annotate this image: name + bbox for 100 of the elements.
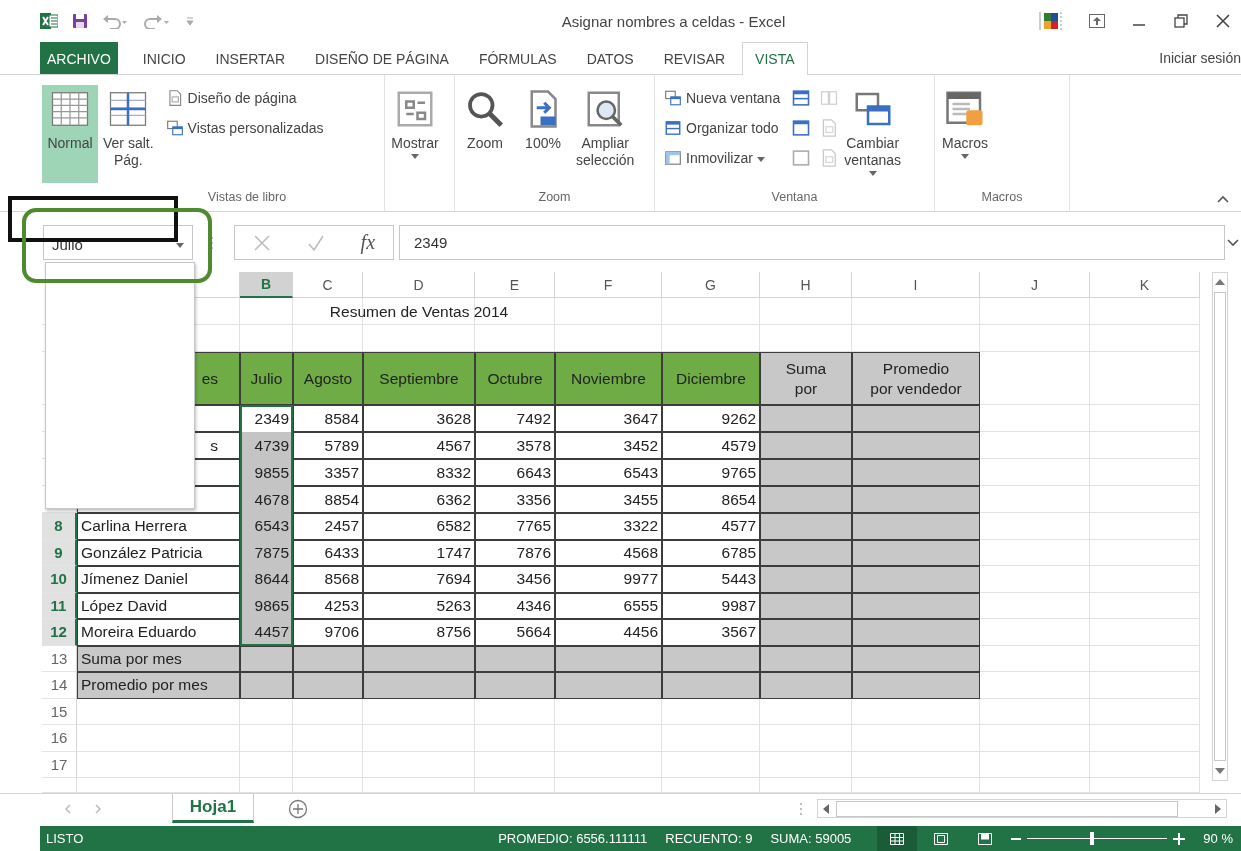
ribbon-tab[interactable]: DATOS [573,42,647,74]
close-icon[interactable] [1215,13,1231,29]
window-icon [664,119,682,137]
column-header[interactable]: K [1090,272,1200,298]
column-header[interactable]: H [760,272,852,298]
column-header[interactable]: C [293,272,363,298]
ribbon-button[interactable]: Ampliar selección [573,85,638,183]
table-cell: 8854 [293,486,363,513]
table-cell: 8654 [662,486,760,513]
status-summary: RECUENTO: 9 [665,831,753,846]
table-cell: 1747 [363,539,475,566]
zoom-icon [465,89,505,129]
row-header[interactable]: 9 [42,539,77,566]
file-tab[interactable]: ARCHIVO [40,42,118,74]
row-header[interactable]: 10 [42,566,77,593]
sheet-tab[interactable]: Hoja1 [172,794,254,823]
column-heading-cell: Septiembre [363,352,475,405]
window-icon [791,118,812,138]
ribbon-button[interactable]: Macros [937,85,993,183]
table-cell: 8756 [363,619,475,646]
vertical-scrollbar[interactable] [1212,272,1228,781]
ribbon-button[interactable]: Nueva ventana [661,85,784,111]
ribbon-tab[interactable]: FÓRMULAS [465,42,570,74]
ribbon-tab[interactable]: DISEÑO DE PÁGINA [302,42,462,74]
ribbon-button[interactable]: 100% [515,85,571,183]
table-cell: 4567 [363,432,475,459]
grip-icon [210,235,214,250]
column-header[interactable]: F [555,272,662,298]
spreadsheet-app-icon[interactable] [40,12,58,30]
table-cell: 8332 [363,459,475,486]
scroll-left-icon[interactable] [822,803,830,814]
view-button[interactable] [877,826,918,851]
scroll-right-icon[interactable] [1214,803,1222,814]
table-cell: 7694 [363,566,475,593]
add-sheet-icon[interactable] [288,798,308,819]
ribbon-tab[interactable]: INSERTAR [202,42,299,74]
ribbon-tab[interactable]: VISTA [742,42,808,75]
row-header[interactable]: 11 [42,592,77,619]
ribbon-button[interactable]: Organizar todo [661,115,784,141]
table-cell: 4739 [240,432,293,459]
slider-thumb[interactable] [1089,832,1094,845]
caret-icon [176,243,184,248]
row-header[interactable]: 8 [42,513,77,540]
table-cell: 3456 [475,566,555,593]
ribbon-button[interactable]: Normal [42,85,98,183]
table-cell: Promedio por mes [77,672,240,699]
collapse-ribbon-icon[interactable] [1217,195,1229,203]
formula-field[interactable]: 2349 [399,225,1225,260]
table-cell: 3356 [475,486,555,513]
table-cell: 6433 [293,539,363,566]
sheet-title: Resumen de Ventas 2014 [329,302,509,321]
scroll-down-icon[interactable] [1215,767,1225,775]
column-heading-cell: Agosto [293,352,363,405]
group-label: Ventana [771,190,818,204]
column-header[interactable]: I [852,272,980,298]
ribbon-tab[interactable]: REVISAR [650,42,739,74]
ribbon-button[interactable]: Ver salt. Pág. [100,85,157,183]
insert-function-button[interactable]: fx [360,231,376,254]
table-cell: 6785 [662,539,760,566]
column-header[interactable]: G [662,272,760,298]
expand-caret-icon[interactable] [1227,238,1239,247]
table-cell: 6555 [555,592,662,619]
windows-icon [664,89,682,107]
table-cell: 6582 [363,513,475,540]
window-icon [791,148,812,168]
ribbon-button[interactable]: Diseño de página [162,85,327,111]
grip-icon[interactable] [799,801,803,816]
column-header[interactable]: J [980,272,1090,298]
ribbon-button[interactable]: Cambiar ventanas [841,85,904,183]
ribbon-button[interactable]: Mostrar [387,85,443,183]
ribbon-tab[interactable]: INICIO [129,42,199,74]
ribbon-button[interactable]: Zoom [457,85,513,183]
horizontal-scrollbar[interactable] [817,799,1227,818]
table-cell: 2349 [240,405,293,432]
shapes-icon [395,89,435,129]
ribbon-options-icon[interactable] [1089,14,1105,28]
column-heading-cell: Octubre [475,352,555,405]
table-cell: 9865 [240,592,293,619]
scroll-thumb[interactable] [1214,292,1226,761]
zoom-in-icon[interactable] [1173,832,1186,845]
table-cell: 9977 [555,566,662,593]
table-cell: 3455 [555,486,662,513]
table-cell: 3357 [293,459,363,486]
scroll-up-icon[interactable] [1215,278,1225,286]
table-cell: 9262 [662,405,760,432]
ribbon-button[interactable]: Inmovilizar [661,145,784,171]
column-header[interactable]: E [475,272,555,298]
column-header[interactable]: B [240,272,293,298]
table-cell: 7875 [240,539,293,566]
restore-icon[interactable] [1173,13,1189,29]
scroll-thumb[interactable] [836,800,1178,817]
sign-in-link[interactable]: Iniciar sesión [1159,42,1241,74]
table-cell: 6643 [475,459,555,486]
window-title: Asignar nombres a celdas - Excel [560,12,787,30]
column-header[interactable]: D [363,272,475,298]
ribbon-button[interactable]: Vistas personalizadas [162,115,327,141]
check-icon[interactable] [306,233,325,252]
color-blocks-icon[interactable] [1039,10,1063,32]
row-header[interactable]: 12 [42,619,77,646]
save-icon[interactable] [72,13,88,29]
